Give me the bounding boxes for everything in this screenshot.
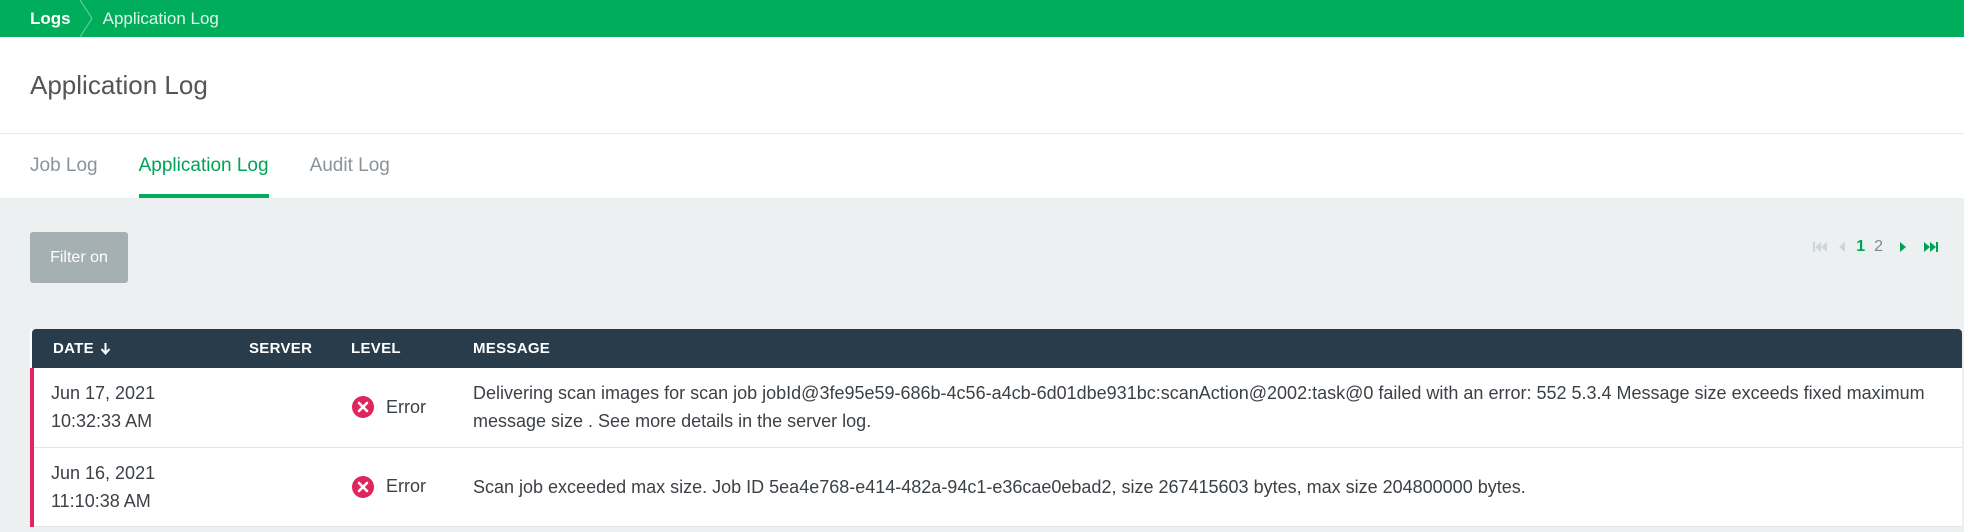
first-page-icon[interactable] bbox=[1812, 241, 1828, 253]
tab-job-log[interactable]: Job Log bbox=[30, 134, 98, 198]
message-cell: Delivering scan images for scan job jobI… bbox=[473, 368, 1962, 448]
page-header: Application Log bbox=[0, 37, 1964, 134]
error-x-circle-icon bbox=[352, 475, 374, 498]
tab-audit-log[interactable]: Audit Log bbox=[310, 134, 390, 198]
column-message[interactable]: MESSAGE bbox=[473, 329, 1962, 368]
breadcrumb-application-log: Application Log bbox=[102, 8, 219, 28]
column-level[interactable]: LEVEL bbox=[351, 329, 473, 368]
toolbar: Filter on 1 2 bbox=[30, 198, 1961, 329]
table-row[interactable]: Jun 16, 2021 11:10:38 AM Error Scan job … bbox=[30, 447, 1962, 527]
arrow-down-icon bbox=[100, 343, 111, 355]
date-cell: Jun 17, 2021 10:32:33 AM bbox=[30, 368, 249, 448]
page-1-link[interactable]: 1 bbox=[1856, 238, 1865, 256]
tab-application-log[interactable]: Application Log bbox=[138, 134, 269, 198]
breadcrumb-logs[interactable]: Logs bbox=[30, 9, 71, 29]
column-level-label: LEVEL bbox=[351, 340, 401, 357]
table-header-row: DATE SERVER LEVEL MESSAGE bbox=[32, 329, 1962, 368]
row-time: 11:10:38 AM bbox=[51, 490, 151, 511]
message-cell: Scan job exceeded max size. Job ID 5ea4e… bbox=[473, 447, 1962, 527]
page-title: Application Log bbox=[30, 69, 208, 100]
level-cell: Error bbox=[351, 368, 473, 448]
row-time: 10:32:33 AM bbox=[51, 411, 153, 432]
column-date-label: DATE bbox=[53, 340, 94, 357]
top-bar: Logs Application Log bbox=[0, 0, 1964, 37]
date-cell: Jun 16, 2021 11:10:38 AM bbox=[30, 447, 249, 527]
page-2-link[interactable]: 2 bbox=[1874, 238, 1883, 256]
error-x-circle-icon bbox=[352, 396, 374, 419]
level-label: Error bbox=[386, 396, 426, 417]
level-cell: Error bbox=[351, 447, 473, 527]
last-page-icon[interactable] bbox=[1923, 241, 1939, 253]
previous-page-icon[interactable] bbox=[1837, 241, 1847, 253]
application-log-table: DATE SERVER LEVEL MESSAGE Jun 17, 2021 1… bbox=[30, 329, 1962, 527]
filter-on-button[interactable]: Filter on bbox=[30, 232, 128, 283]
tab-bar: Job Log Application Log Audit Log bbox=[0, 134, 1964, 198]
row-date: Jun 16, 2021 bbox=[51, 462, 156, 483]
column-date[interactable]: DATE bbox=[32, 329, 249, 368]
table-row[interactable]: Jun 17, 2021 10:32:33 AM Error Deliverin… bbox=[30, 368, 1962, 448]
server-cell bbox=[249, 447, 351, 527]
server-cell bbox=[249, 368, 351, 448]
level-label: Error bbox=[386, 476, 426, 496]
column-server[interactable]: SERVER bbox=[249, 329, 351, 368]
next-page-icon[interactable] bbox=[1898, 241, 1908, 253]
main-content: Filter on 1 2 DATE SERVER LEVEL MESSAGE … bbox=[0, 198, 1964, 527]
column-message-label: MESSAGE bbox=[473, 340, 551, 357]
column-server-label: SERVER bbox=[249, 340, 313, 357]
row-date: Jun 17, 2021 bbox=[51, 383, 156, 404]
breadcrumb-separator-icon bbox=[79, 0, 93, 37]
pagination: 1 2 bbox=[1812, 238, 1939, 256]
